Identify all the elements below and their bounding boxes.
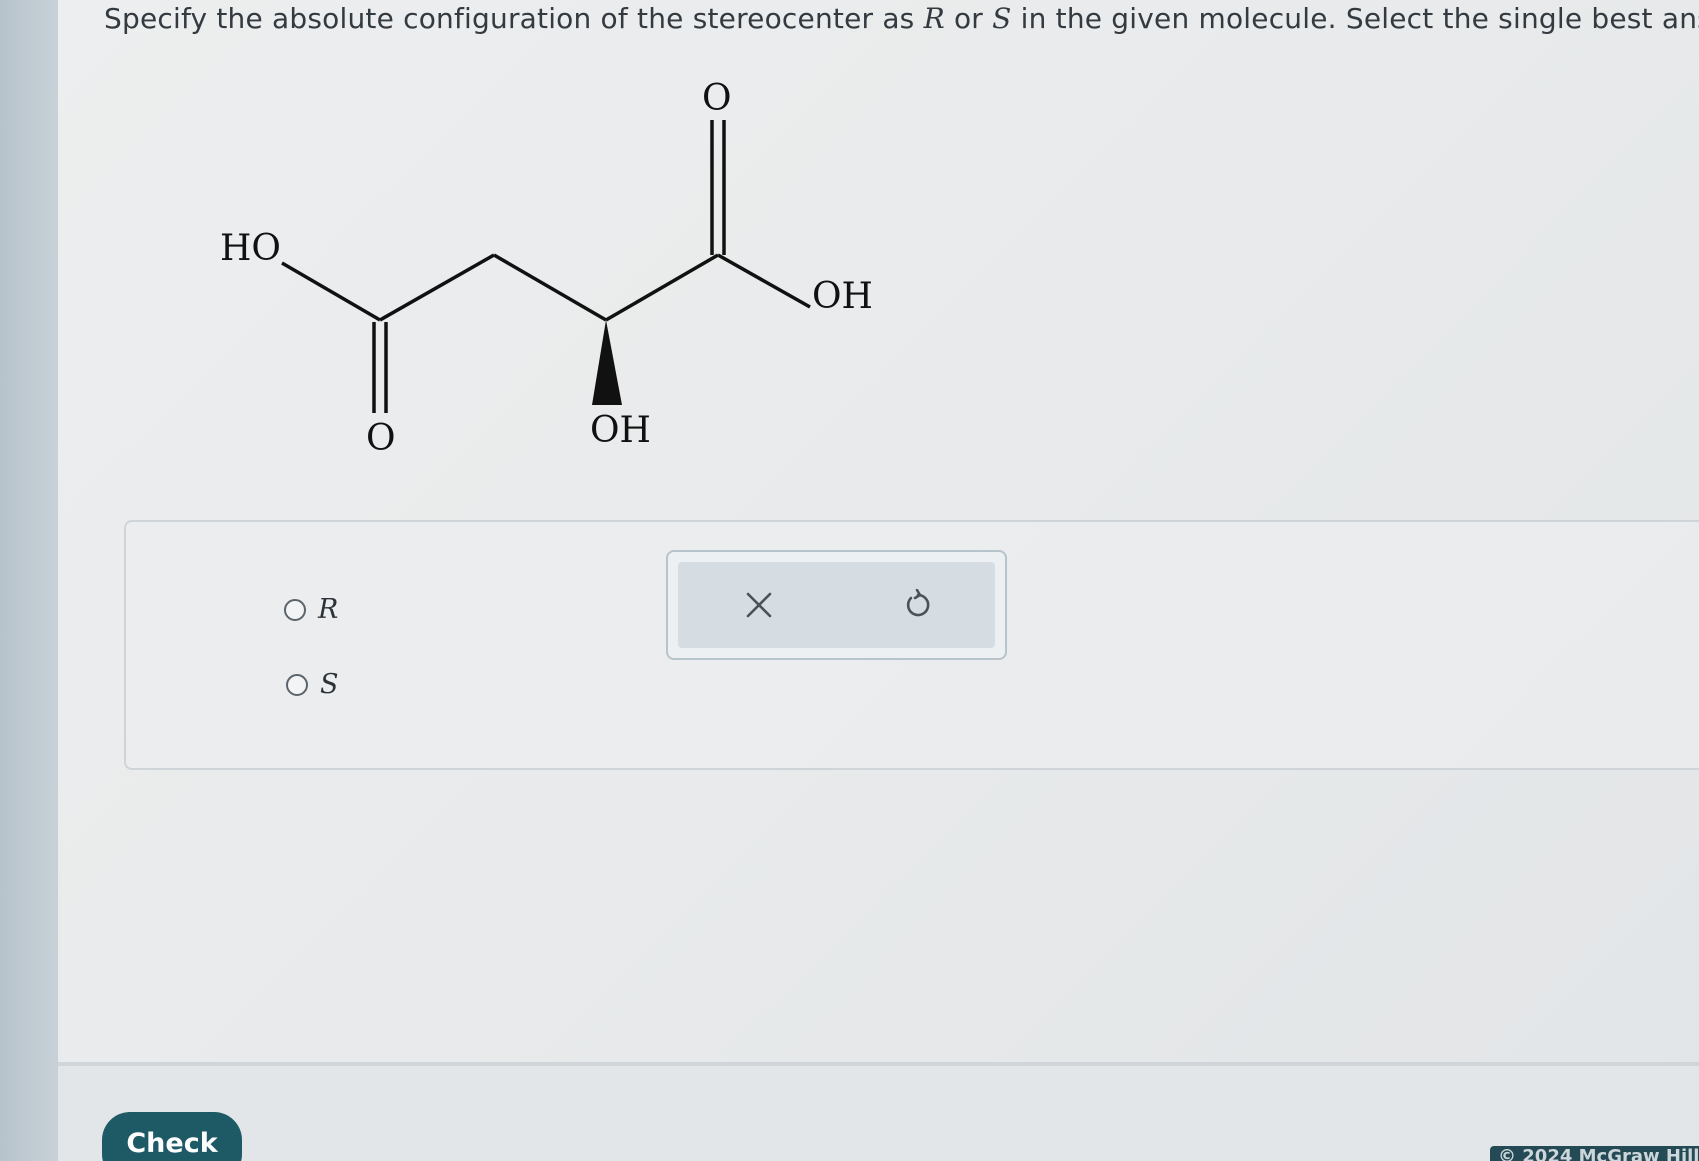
radio-s[interactable] [286, 673, 308, 696]
undo-button[interactable] [893, 580, 943, 630]
label-o-left: O [366, 418, 396, 459]
clear-button[interactable] [734, 580, 784, 630]
question-r: R [923, 2, 945, 35]
radio-r[interactable] [284, 598, 306, 621]
question-prefix: Specify the absolute configuration of th… [104, 2, 924, 35]
bond-c1-c2 [379, 253, 495, 322]
question-text: Specify the absolute configuration of th… [104, 2, 1699, 35]
option-r-label: R [318, 594, 339, 625]
option-s-label: S [320, 669, 339, 700]
tool-panel-inner [678, 562, 995, 648]
check-button[interactable]: Check [102, 1112, 242, 1161]
molecule-structure: HO O OH O OH [220, 80, 873, 459]
undo-icon [906, 589, 930, 617]
copyright-text: © 2024 McGraw Hill LLC [1490, 1146, 1699, 1161]
bond-ho-c1 [281, 261, 381, 322]
left-edge-strip [0, 0, 58, 1161]
label-oh-wedge: OH [590, 410, 651, 451]
question-suffix: in the given molecule. Select the single… [1011, 2, 1699, 35]
option-s[interactable]: S [286, 669, 339, 700]
bond-c3-c4 [605, 253, 719, 322]
label-oh-right: OH [812, 276, 873, 317]
wedge-bond [592, 320, 622, 405]
bond-c4-oh [717, 253, 811, 309]
bond-c2-c3 [493, 253, 607, 322]
question-or: or [944, 2, 993, 35]
option-r[interactable]: R [284, 594, 338, 625]
footer-band [58, 1066, 1699, 1161]
label-ho-left: HO [220, 228, 281, 269]
x-icon [746, 592, 772, 618]
label-o-top: O [702, 80, 732, 119]
tool-panel [666, 550, 1007, 660]
question-s: S [992, 2, 1012, 35]
